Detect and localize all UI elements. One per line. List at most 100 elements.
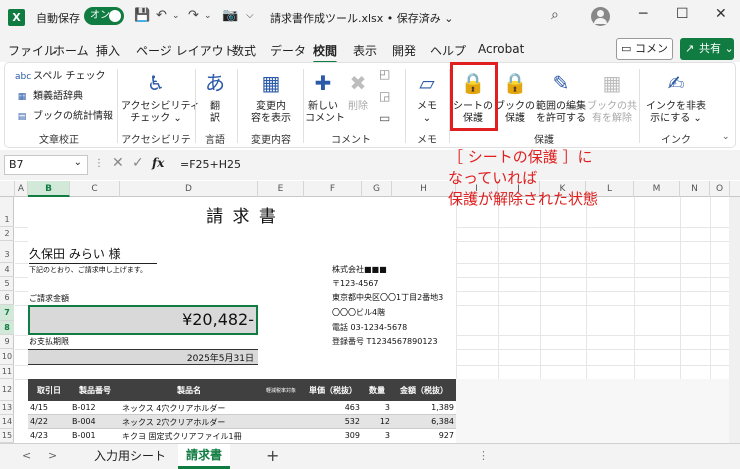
- allow-edit-ranges-button[interactable]: ✎ 範囲の編集 を許可する: [535, 69, 587, 125]
- sheet-tab-invoice[interactable]: 請求書: [178, 444, 230, 469]
- new-comment-button[interactable]: ✚ 新しい コメント: [305, 69, 345, 125]
- callout-annotation: ［ シートの保護 ］に なっていれば 保護が解除された状態: [448, 147, 698, 210]
- column-header[interactable]: B: [28, 181, 70, 197]
- redo-dropdown-icon[interactable]: ⌄: [204, 11, 212, 21]
- spelling-button[interactable]: abc スペル チェック: [13, 69, 105, 85]
- row-header[interactable]: 14: [0, 415, 14, 429]
- column-header[interactable]: G: [362, 181, 392, 197]
- unshare-workbook-button[interactable]: ▦ ブックの共 有を解除: [587, 69, 637, 125]
- tab-home[interactable]: ホーム: [53, 42, 89, 59]
- hide-ink-button[interactable]: ✍ インクを非表 示にする ⌄: [643, 69, 709, 125]
- row-header[interactable]: 9: [0, 335, 14, 349]
- column-header[interactable]: A: [15, 181, 28, 197]
- row-header[interactable]: 2: [0, 227, 14, 241]
- minimize-button[interactable]: ─: [639, 6, 647, 22]
- row-header[interactable]: 12: [0, 379, 14, 401]
- header-product-code: 製品番号: [79, 386, 111, 395]
- row-header[interactable]: 7: [0, 305, 14, 321]
- invoice-title: 請 求 書: [206, 207, 278, 227]
- tab-formulas[interactable]: 数式: [232, 42, 256, 59]
- enter-icon[interactable]: ✓: [132, 155, 144, 171]
- undo-dropdown-icon[interactable]: ⌄: [172, 11, 180, 21]
- group-label-comments: コメント: [331, 135, 371, 146]
- close-button[interactable]: ✕: [715, 6, 727, 22]
- protect-workbook-button[interactable]: 🔒 ブックの 保護: [495, 69, 535, 125]
- add-sheet-button[interactable]: +: [266, 446, 279, 465]
- row-product-name: キクヨ 固定式クリアファイル1冊: [122, 432, 242, 441]
- cancel-icon[interactable]: ✕: [112, 155, 124, 171]
- spelling-icon: abc: [15, 72, 32, 82]
- group-separator: [405, 69, 406, 143]
- delete-comment-button[interactable]: ✖ 削除: [341, 69, 375, 113]
- tab-developer[interactable]: 開発: [392, 42, 416, 59]
- previous-comment-icon[interactable]: ◰: [379, 67, 390, 81]
- share-button[interactable]: 共有 ⌄: [680, 38, 734, 60]
- translate-button[interactable]: あ翻 訳: [199, 69, 231, 125]
- hide-ink-label: インクを非表 示にする ⌄: [646, 101, 706, 124]
- insert-function-icon[interactable]: fx: [152, 156, 164, 170]
- row-header[interactable]: 15: [0, 429, 14, 443]
- row-header[interactable]: 13: [0, 401, 14, 415]
- thesaurus-label: 類義語辞典: [33, 91, 83, 102]
- worksheet-grid[interactable]: 請 求 書 久保田 みらい 様 下記のとおり、ご請求申し上げます。 ご請求金額 …: [15, 197, 740, 443]
- ribbon-collapse-icon[interactable]: ⌄: [722, 132, 730, 142]
- vertical-scrollbar[interactable]: [729, 197, 740, 443]
- accessibility-check-label: アクセシビリティ チェック ⌄: [121, 101, 200, 124]
- show-changes-button[interactable]: ▦ 変更内 容を表示: [243, 69, 299, 125]
- tab-insert[interactable]: 挿入: [96, 42, 120, 59]
- registration-number: 登録番号 T1234567890123: [332, 337, 438, 346]
- column-header[interactable]: D: [120, 181, 258, 197]
- customize-toolbar-icon[interactable]: ⌵: [246, 10, 254, 21]
- prev-sheet-icon[interactable]: <: [22, 449, 31, 462]
- maximize-button[interactable]: ☐: [676, 6, 689, 22]
- redo-icon[interactable]: ↷: [188, 8, 199, 23]
- row-header[interactable]: 5: [0, 277, 14, 291]
- name-box[interactable]: B7: [4, 154, 88, 175]
- undo-icon[interactable]: ↶: [156, 8, 167, 23]
- next-sheet-icon[interactable]: >: [48, 449, 57, 462]
- document-title[interactable]: 請求書作成ツール.xlsx • 保存済み ⌄: [270, 10, 454, 26]
- tab-page-layout[interactable]: ページ レイアウト: [136, 42, 236, 59]
- camera-icon[interactable]: 📷: [222, 8, 238, 23]
- sheet-tab-input[interactable]: 入力用シート: [86, 444, 174, 469]
- user-avatar-icon[interactable]: [591, 7, 610, 26]
- tab-help[interactable]: ヘルプ: [430, 42, 466, 59]
- new-comment-label: 新しい コメント: [305, 101, 345, 124]
- column-header[interactable]: E: [258, 181, 304, 197]
- tab-file[interactable]: ファイル: [8, 42, 56, 59]
- row-header[interactable]: 11: [0, 365, 14, 379]
- group-label-protect: 保護: [534, 135, 554, 146]
- tab-review[interactable]: 校閲: [313, 42, 338, 64]
- column-header[interactable]: C: [70, 181, 120, 197]
- tab-acrobat[interactable]: Acrobat: [478, 42, 524, 56]
- tab-view[interactable]: 表示: [353, 42, 377, 59]
- workbook-stats-button[interactable]: ▤ ブックの統計情報: [13, 109, 113, 125]
- show-comments-icon[interactable]: ▭: [379, 111, 390, 125]
- comments-button[interactable]: コメント: [616, 38, 673, 75]
- column-header[interactable]: O: [710, 181, 730, 197]
- autosave-state: オン: [90, 10, 110, 21]
- row-header[interactable]: 4: [0, 263, 14, 277]
- autosave-toggle[interactable]: オン: [84, 7, 124, 25]
- thesaurus-button[interactable]: ▦ 類義語辞典: [13, 89, 83, 105]
- select-all-corner[interactable]: [0, 181, 15, 197]
- customer-name: 久保田 みらい 様: [29, 245, 157, 264]
- formula-input[interactable]: =F25+H25: [174, 155, 454, 175]
- notes-button[interactable]: ▱ メモ ⌄: [409, 69, 445, 125]
- row-header[interactable]: 1: [0, 197, 14, 227]
- row-headers: 1 2 3 4 5 6 7 8 9 10 11 12 13 14 15: [0, 197, 14, 443]
- tab-data[interactable]: データ: [270, 42, 306, 59]
- row-header[interactable]: 6: [0, 291, 14, 305]
- header-amount: 金額（税抜）: [400, 386, 448, 395]
- tab-split-handle-icon[interactable]: ⋮: [478, 449, 489, 462]
- next-comment-icon[interactable]: ◲: [379, 89, 390, 103]
- search-icon[interactable]: ⌕: [551, 7, 559, 23]
- row-header[interactable]: 3: [0, 241, 14, 263]
- column-header[interactable]: F: [304, 181, 362, 197]
- workbook-lock-icon: 🔒: [502, 71, 528, 95]
- column-header[interactable]: H: [392, 181, 456, 197]
- accessibility-check-button[interactable]: ♿ アクセシビリティ チェック ⌄: [121, 69, 200, 125]
- row-header[interactable]: 8: [0, 321, 14, 335]
- save-icon[interactable]: 💾: [134, 8, 150, 23]
- row-header[interactable]: 10: [0, 349, 14, 365]
